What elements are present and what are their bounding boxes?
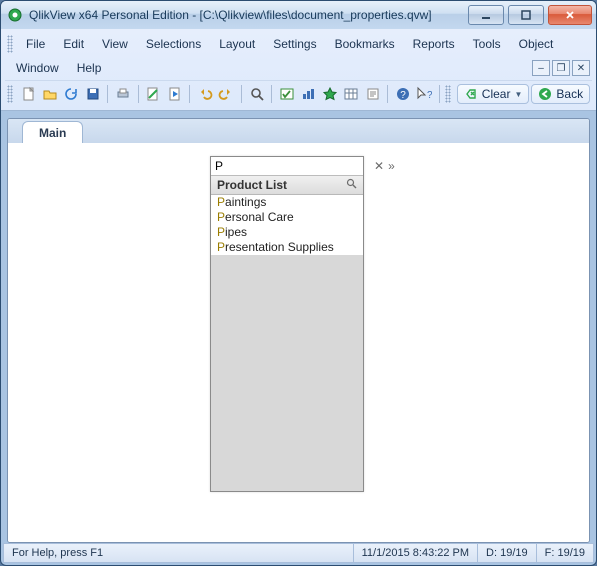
- list-item[interactable]: Personal Care: [211, 210, 363, 225]
- new-icon[interactable]: [19, 84, 38, 104]
- grip-icon: [445, 85, 451, 103]
- status-help: For Help, press F1: [4, 544, 353, 562]
- status-datetime: 11/1/2015 8:43:22 PM: [353, 544, 477, 562]
- mdi-close-button[interactable]: ✕: [572, 60, 590, 76]
- clear-label: Clear: [482, 87, 511, 101]
- menu-selections[interactable]: Selections: [137, 34, 210, 54]
- menubar: File Edit View Selections Layout Setting…: [5, 32, 592, 56]
- toolbar: ? ? Clear ▼ Back: [5, 80, 592, 107]
- minimize-button[interactable]: [468, 5, 504, 25]
- tabstrip: Main: [8, 119, 589, 144]
- tab-main[interactable]: Main: [22, 121, 83, 144]
- whatsthis-icon[interactable]: ?: [415, 84, 434, 104]
- listbox-search: ✕ »: [211, 157, 363, 176]
- menu-tools[interactable]: Tools: [464, 34, 510, 54]
- clear-icon: [464, 87, 478, 101]
- mdi-controls: – ❐ ✕: [532, 60, 590, 76]
- search-input[interactable]: [215, 158, 370, 174]
- window-title: QlikView x64 Personal Edition - [C:\Qlik…: [29, 8, 468, 22]
- notes-icon[interactable]: [363, 84, 382, 104]
- statusbar: For Help, press F1 11/1/2015 8:43:22 PM …: [3, 543, 594, 563]
- menu-edit[interactable]: Edit: [54, 34, 93, 54]
- listbox-header[interactable]: Product List: [211, 176, 363, 195]
- svg-text:?: ?: [400, 90, 406, 101]
- list-item[interactable]: Paintings: [211, 195, 363, 210]
- edit-script-icon[interactable]: [144, 84, 163, 104]
- menubar-row2: Window Help – ❐ ✕: [5, 56, 592, 80]
- chart-wizard-icon[interactable]: [299, 84, 318, 104]
- clear-search-icon[interactable]: ✕: [374, 160, 384, 172]
- menu-view[interactable]: View: [93, 34, 137, 54]
- expand-search-icon[interactable]: »: [388, 160, 395, 172]
- menu-reports[interactable]: Reports: [404, 34, 464, 54]
- print-icon[interactable]: [113, 84, 132, 104]
- undo-icon[interactable]: [195, 84, 214, 104]
- menu-settings[interactable]: Settings: [264, 34, 325, 54]
- list-item[interactable]: Pipes: [211, 225, 363, 240]
- open-icon[interactable]: [40, 84, 59, 104]
- mdi-minimize-button[interactable]: –: [532, 60, 550, 76]
- mdi-restore-button[interactable]: ❐: [552, 60, 570, 76]
- document-area: Main ✕ » Product List: [7, 118, 590, 543]
- redo-icon[interactable]: [217, 84, 236, 104]
- sheet-main: ✕ » Product List Paintings Personal Care…: [8, 143, 589, 542]
- grip-icon: [7, 35, 13, 53]
- refresh-icon[interactable]: [62, 84, 81, 104]
- save-icon[interactable]: [83, 84, 102, 104]
- menu-file[interactable]: File: [17, 34, 54, 54]
- maximize-button[interactable]: [508, 5, 544, 25]
- back-button[interactable]: Back: [531, 84, 590, 104]
- bookmark-add-icon[interactable]: [320, 84, 339, 104]
- chevron-down-icon: ▼: [514, 90, 522, 99]
- app-icon: [7, 7, 23, 23]
- chrome-bars: File Edit View Selections Layout Setting…: [1, 29, 596, 111]
- menu-window[interactable]: Window: [7, 58, 68, 78]
- listbox-product-list[interactable]: ✕ » Product List Paintings Personal Care…: [210, 156, 364, 492]
- titlebar: QlikView x64 Personal Edition - [C:\Qlik…: [1, 1, 596, 29]
- search-icon[interactable]: [247, 84, 266, 104]
- back-label: Back: [556, 87, 583, 101]
- menu-help[interactable]: Help: [68, 58, 111, 78]
- close-button[interactable]: [548, 5, 592, 25]
- grip-icon: [7, 85, 13, 103]
- menu-layout[interactable]: Layout: [210, 34, 264, 54]
- listbox-items: Paintings Personal Care Pipes Presentati…: [211, 195, 363, 491]
- list-item[interactable]: Presentation Supplies: [211, 240, 363, 255]
- menu-object[interactable]: Object: [510, 34, 563, 54]
- search-icon[interactable]: [346, 178, 357, 192]
- selections-icon[interactable]: [277, 84, 296, 104]
- clear-button[interactable]: Clear ▼: [457, 84, 530, 104]
- table-icon[interactable]: [342, 84, 361, 104]
- listbox-title: Product List: [217, 178, 287, 192]
- reload-icon[interactable]: [165, 84, 184, 104]
- back-icon: [538, 87, 552, 101]
- status-d: D: 19/19: [477, 544, 536, 562]
- menu-bookmarks[interactable]: Bookmarks: [326, 34, 404, 54]
- help-icon[interactable]: ?: [393, 84, 412, 104]
- svg-text:?: ?: [427, 90, 432, 101]
- status-f: F: 19/19: [536, 544, 593, 562]
